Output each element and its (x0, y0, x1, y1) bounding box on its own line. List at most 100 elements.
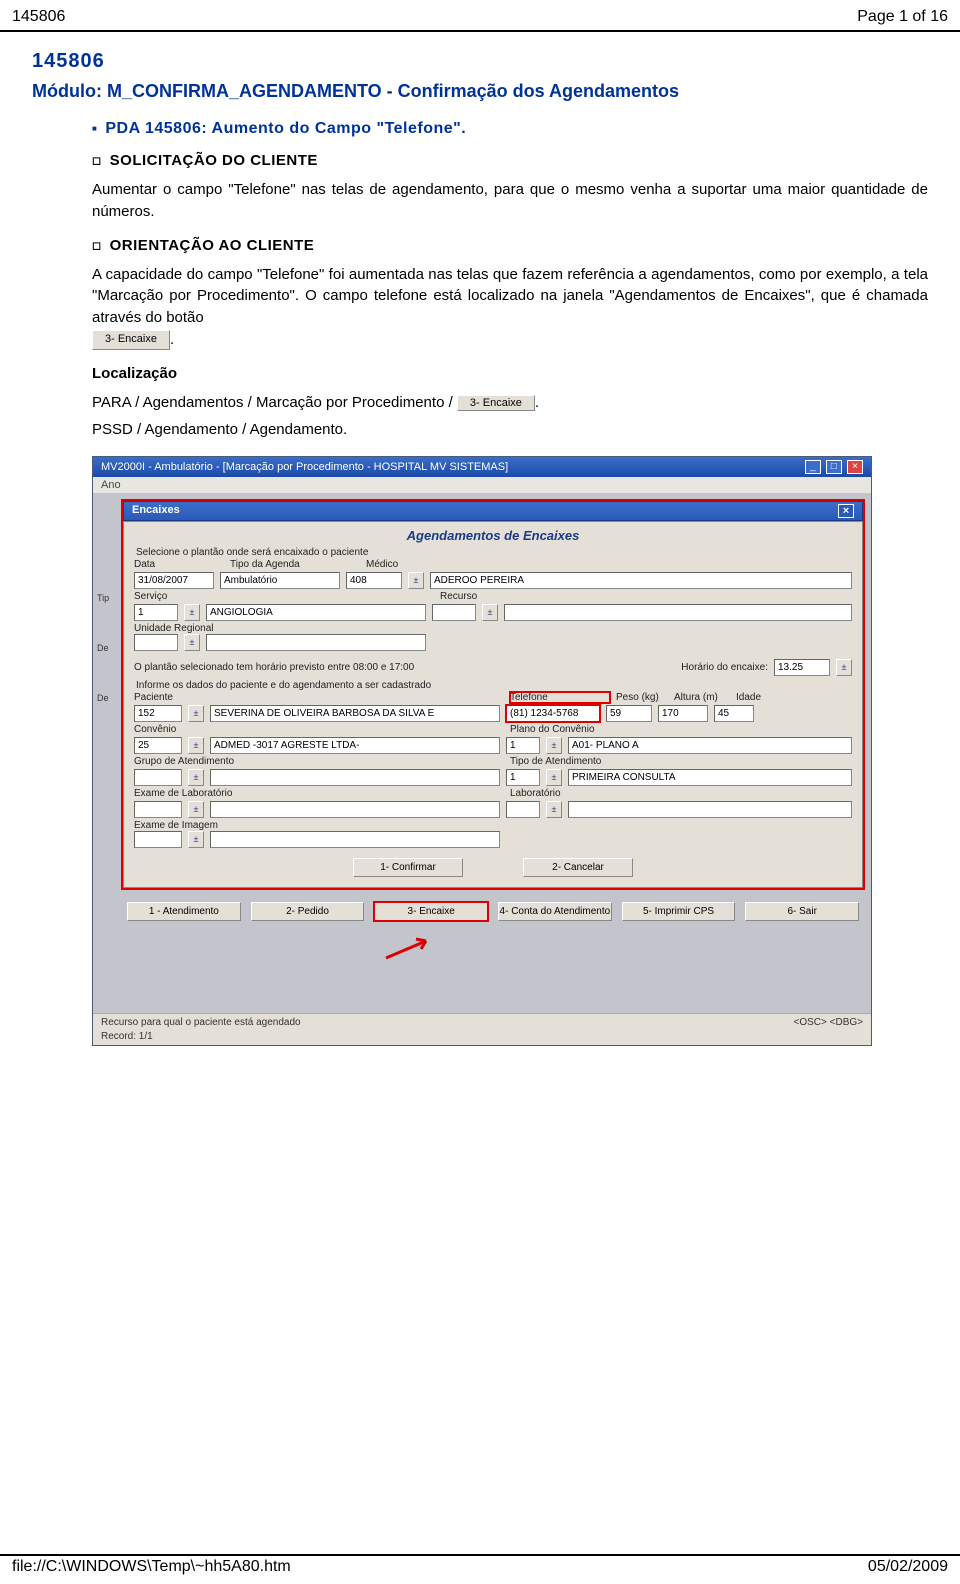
medico-id-input[interactable]: 408 (346, 572, 402, 589)
footer-rule (0, 1554, 960, 1556)
exame-img-input[interactable] (210, 831, 500, 848)
group2-label: Informe os dados do paciente e do agenda… (136, 680, 852, 691)
picker-icon[interactable]: ± (546, 769, 562, 786)
data-input[interactable]: 31/08/2007 (134, 572, 214, 589)
footer-right: 05/02/2009 (868, 1558, 948, 1576)
status-left: Recurso para qual o paciente está agenda… (101, 1017, 301, 1028)
side-de1: De (97, 643, 115, 653)
tipo-at-input[interactable]: PRIMEIRA CONSULTA (568, 769, 852, 786)
bullet-open-square-icon: ◻ (92, 240, 102, 252)
picker-icon[interactable]: ± (188, 737, 204, 754)
tipo-at-id-input[interactable]: 1 (506, 769, 540, 786)
picker-icon[interactable]: ± (836, 659, 852, 676)
bullet-square-icon: ■ (92, 124, 97, 133)
medico-input[interactable]: ADEROO PEREIRA (430, 572, 852, 589)
bullet-open-square-icon: ◻ (92, 155, 102, 167)
conta-button[interactable]: 4- Conta do Atendimento (498, 902, 612, 921)
red-arrow-icon (381, 933, 441, 963)
exame-lab-label: Exame de Laboratório (134, 788, 504, 799)
status-right: <OSC> <DBG> (794, 1017, 863, 1028)
picker-icon[interactable]: ± (408, 572, 424, 589)
orientacao-body: A capacidade do campo "Telefone" foi aum… (92, 264, 928, 351)
servico-input[interactable]: ANGIOLOGIA (206, 604, 426, 621)
plano-id-input[interactable]: 1 (506, 737, 540, 754)
picker-icon[interactable]: ± (546, 737, 562, 754)
altura-input[interactable]: 170 (658, 705, 708, 722)
header-rule (0, 30, 960, 32)
cancelar-button[interactable]: 2- Cancelar (523, 858, 633, 877)
recurso-label: Recurso (440, 591, 852, 602)
app-titlebar: MV2000I - Ambulatório - [Marcação por Pr… (93, 457, 871, 477)
picker-icon[interactable]: ± (546, 801, 562, 818)
plano-input[interactable]: A01- PLANO A (568, 737, 852, 754)
picker-icon[interactable]: ± (188, 769, 204, 786)
minimize-icon[interactable]: _ (805, 460, 821, 474)
idade-label: Idade (736, 692, 761, 703)
plano-label: Plano do Convênio (510, 724, 852, 735)
horario-input[interactable]: 13.25 (774, 659, 830, 676)
encaixe-button[interactable]: 3- Encaixe (374, 902, 488, 921)
status-record: Record: 1/1 (101, 1031, 153, 1042)
dialog-close-icon[interactable]: × (838, 504, 854, 518)
laboratorio-id-input[interactable] (506, 801, 540, 818)
encaixe-inline-button-2: 3- Encaixe (457, 395, 535, 411)
exame-img-id-input[interactable] (134, 831, 182, 848)
doc-module: Módulo: M_CONFIRMA_AGENDAMENTO - Confirm… (32, 81, 928, 102)
grupo-at-id-input[interactable] (134, 769, 182, 786)
sair-button[interactable]: 6- Sair (745, 902, 859, 921)
recurso-input[interactable] (504, 604, 852, 621)
unidade-label: Unidade Regional (134, 623, 852, 634)
encaixe-inline-button: 3- Encaixe (92, 330, 170, 350)
status-bar: Recurso para qual o paciente está agenda… (93, 1013, 871, 1031)
footer-left: file://C:\WINDOWS\Temp\~hh5A80.htm (12, 1558, 291, 1576)
pedido-button[interactable]: 2- Pedido (251, 902, 365, 921)
app-screenshot: MV2000I - Ambulatório - [Marcação por Pr… (92, 456, 872, 1046)
loc-path1-prefix: PARA / Agendamentos / Marcação por Proce… (92, 394, 457, 411)
peso-input[interactable]: 59 (606, 705, 652, 722)
tipo-agenda-label: Tipo da Agenda (230, 559, 360, 570)
loc-path1-suffix: . (535, 394, 539, 411)
picker-icon[interactable]: ± (188, 801, 204, 818)
app-menubar[interactable]: Ano (93, 477, 871, 493)
dialog-titlebar: Encaixes × (123, 501, 863, 521)
picker-icon[interactable]: ± (482, 604, 498, 621)
orientacao-head: ◻ORIENTAÇÃO AO CLIENTE (92, 237, 928, 254)
tipo-agenda-input[interactable]: Ambulatório (220, 572, 340, 589)
bottom-button-row: 1 - Atendimento 2- Pedido 3- Encaixe 4- … (127, 902, 859, 921)
servico-id-input[interactable]: 1 (134, 604, 178, 621)
laboratorio-label: Laboratório (510, 788, 852, 799)
convenio-input[interactable]: ADMED -3017 AGRESTE LTDA- (210, 737, 500, 754)
picker-icon[interactable]: ± (184, 604, 200, 621)
telefone-input[interactable]: (81) 1234-5768 (506, 705, 600, 722)
imprimir-button[interactable]: 5- Imprimir CPS (622, 902, 736, 921)
atendimento-button[interactable]: 1 - Atendimento (127, 902, 241, 921)
page-footer: file://C:\WINDOWS\Temp\~hh5A80.htm 05/02… (0, 1554, 960, 1584)
exame-lab-input[interactable] (210, 801, 500, 818)
close-icon[interactable]: × (847, 460, 863, 474)
paciente-id-input[interactable]: 152 (134, 705, 182, 722)
exame-lab-id-input[interactable] (134, 801, 182, 818)
telefone-label: Telefone (510, 692, 610, 703)
picker-icon[interactable]: ± (188, 705, 204, 722)
picker-icon[interactable]: ± (184, 634, 200, 651)
side-panel-tabs: Tip De De (97, 593, 115, 743)
doc-code: 145806 (32, 50, 928, 73)
confirmar-button[interactable]: 1- Confirmar (353, 858, 463, 877)
convenio-label: Convênio (134, 724, 504, 735)
window-buttons: _ □ × (803, 460, 863, 474)
status-bar-2: Record: 1/1 (93, 1031, 871, 1045)
recurso-id-input[interactable] (432, 604, 476, 621)
unidade-input[interactable] (206, 634, 426, 651)
servico-label: Serviço (134, 591, 434, 602)
convenio-id-input[interactable]: 25 (134, 737, 182, 754)
paciente-input[interactable]: SEVERINA DE OLIVEIRA BARBOSA DA SILVA E (210, 705, 500, 722)
unidade-id-input[interactable] (134, 634, 178, 651)
laboratorio-input[interactable] (568, 801, 852, 818)
grupo-at-input[interactable] (210, 769, 500, 786)
dialog-body: Agendamentos de Encaixes Selecione o pla… (123, 521, 863, 888)
idade-input[interactable]: 45 (714, 705, 754, 722)
picker-icon[interactable]: ± (188, 831, 204, 848)
maximize-icon[interactable]: □ (826, 460, 842, 474)
group1-label: Selecione o plantão onde será encaixado … (136, 547, 852, 558)
pda-line: ■PDA 145806: Aumento do Campo "Telefone"… (92, 120, 928, 138)
